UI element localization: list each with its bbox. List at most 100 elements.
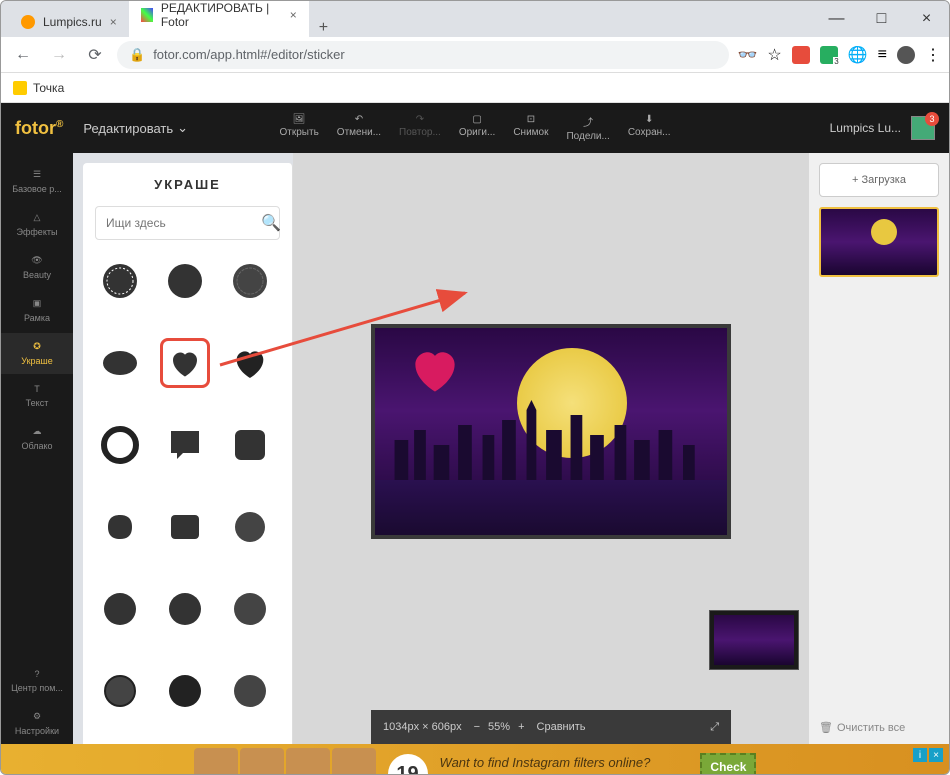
redo-button[interactable]: ↷Повтор...	[399, 114, 441, 142]
nav-basic[interactable]: ☰Базовое р...	[1, 161, 73, 202]
browser-tab-fotor[interactable]: РЕДАКТИРОВАТЬ | Fotor ×	[129, 0, 309, 37]
zoom-out-button[interactable]: −	[474, 721, 480, 733]
nav-frame[interactable]: ▣Рамка	[1, 290, 73, 331]
sticker-ornate-frame[interactable]	[160, 502, 210, 552]
sticker-sun[interactable]	[95, 584, 145, 634]
sticker-circle-outline[interactable]	[95, 666, 145, 716]
ad-info-icon[interactable]: i	[913, 748, 927, 762]
open-button[interactable]: 🖼Открыть	[280, 114, 319, 142]
sticker-rounded-square[interactable]	[225, 420, 275, 470]
trash-icon: 🗑	[819, 721, 833, 734]
extension-icon[interactable]: 3	[820, 46, 838, 64]
ad-image	[286, 748, 330, 775]
clear-all-button[interactable]: 🗑 Очистить все	[819, 721, 939, 734]
sticker-speech[interactable]	[160, 420, 210, 470]
star-circle-icon: ✪	[33, 341, 41, 352]
browser-tab-lumpics[interactable]: Lumpics.ru ×	[9, 7, 129, 37]
frame-icon: ▣	[33, 298, 42, 309]
canvas-image[interactable]	[371, 324, 731, 539]
menu-icon[interactable]: ≡	[878, 46, 887, 64]
star-icon[interactable]: ☆	[767, 45, 781, 65]
avatar[interactable]: 3	[911, 116, 935, 140]
original-button[interactable]: ▢Ориги...	[459, 114, 496, 142]
compare-button[interactable]: Сравнить	[537, 721, 586, 733]
edit-dropdown[interactable]: Редактировать ⌄	[83, 120, 188, 136]
placed-heart-sticker[interactable]	[405, 340, 465, 394]
close-icon[interactable]: ×	[290, 8, 297, 22]
favicon-icon	[141, 8, 153, 22]
canvas-main[interactable]	[293, 153, 809, 710]
zoom-in-button[interactable]: +	[518, 721, 524, 733]
username[interactable]: Lumpics Lu...	[830, 121, 901, 135]
address-bar[interactable]: 🔒 fotor.com/app.html#/editor/sticker	[117, 41, 729, 69]
ad-cta-button[interactable]: CheckNow	[700, 753, 756, 775]
reload-button[interactable]: ⟳	[81, 41, 109, 69]
minimize-button[interactable]: —	[814, 4, 859, 34]
nav-text[interactable]: TТекст	[1, 376, 73, 416]
sticker-circle-alt[interactable]	[225, 666, 275, 716]
sticker-circle[interactable]	[160, 256, 210, 306]
sticker-ring[interactable]	[95, 420, 145, 470]
sticker-scallop[interactable]	[160, 584, 210, 634]
sticker-seal[interactable]	[225, 256, 275, 306]
search-input[interactable]	[106, 216, 261, 230]
nav-cloud[interactable]: ☁Облако	[1, 418, 73, 459]
ad-image	[194, 748, 238, 775]
ad-text: Want to find Instagram filters online? P…	[440, 755, 687, 775]
thumbnail[interactable]	[819, 207, 939, 277]
close-button[interactable]: ×	[904, 4, 949, 34]
close-icon[interactable]: ×	[110, 15, 117, 29]
left-nav: ☰Базовое р... △Эффекты 👁Beauty ▣Рамка ✪У…	[1, 153, 73, 744]
upload-button[interactable]: + Загрузка	[819, 163, 939, 197]
download-icon: ⬇	[645, 114, 653, 125]
nav-help[interactable]: ?Центр пом...	[1, 661, 73, 701]
sticker-badge[interactable]	[95, 256, 145, 306]
bookmarks-bar: Точка	[1, 73, 949, 103]
search-box[interactable]: 🔍	[95, 206, 280, 240]
expand-button[interactable]: ⤢	[710, 721, 719, 734]
incognito-icon[interactable]: 👓	[737, 45, 757, 65]
tab-title: Lumpics.ru	[43, 15, 102, 29]
sticker-ornate[interactable]	[95, 502, 145, 552]
favicon-icon	[21, 15, 35, 29]
bookmark-item[interactable]: Точка	[33, 81, 64, 95]
minimap[interactable]	[709, 610, 799, 670]
sticker-heart-selected[interactable]	[160, 338, 210, 388]
sliders-icon: ☰	[33, 169, 41, 180]
sticker-burst-dark[interactable]	[225, 584, 275, 634]
extension-icon[interactable]	[792, 46, 810, 64]
zoom-level: 55%	[488, 721, 510, 733]
sticker-oval[interactable]	[95, 338, 145, 388]
kebab-icon[interactable]: ⋮	[925, 45, 941, 65]
redo-icon: ↷	[416, 114, 424, 125]
nav-settings[interactable]: ⚙Настройки	[1, 703, 73, 744]
globe-icon[interactable]: 🌐	[848, 45, 868, 65]
search-icon[interactable]: 🔍	[261, 213, 281, 233]
maximize-button[interactable]: □	[859, 4, 904, 34]
sticker-circle-dark[interactable]	[160, 666, 210, 716]
nav-effects[interactable]: △Эффекты	[1, 204, 73, 245]
right-panel: + Загрузка 🗑 Очистить все	[809, 153, 949, 744]
ad-close-button[interactable]: ×	[929, 748, 943, 762]
new-tab-button[interactable]: +	[309, 19, 338, 37]
ad-banner[interactable]: 19 Want to find Instagram filters online…	[1, 744, 949, 775]
text-icon: T	[34, 384, 40, 394]
save-button[interactable]: ⬇Сохран...	[628, 114, 671, 142]
undo-icon: ↶	[355, 114, 363, 125]
sticker-burst[interactable]	[225, 502, 275, 552]
avatar-icon[interactable]	[897, 46, 915, 64]
forward-button[interactable]: →	[45, 41, 73, 69]
panel-title: УКРАШЕ	[83, 163, 292, 206]
notification-badge: 3	[925, 112, 939, 126]
snapshot-button[interactable]: ⊡Снимок	[513, 114, 548, 142]
eye-icon: 👁	[31, 255, 42, 266]
undo-button[interactable]: ↶Отмени...	[337, 114, 381, 142]
nav-stickers[interactable]: ✪Украше	[1, 333, 73, 374]
fotor-logo[interactable]: fotor®	[15, 118, 63, 139]
image-icon: ▢	[472, 114, 481, 125]
share-button[interactable]: ⤴Подели...	[566, 114, 609, 142]
url-text: fotor.com/app.html#/editor/sticker	[153, 47, 344, 62]
sticker-heart[interactable]	[225, 338, 275, 388]
nav-beauty[interactable]: 👁Beauty	[1, 247, 73, 288]
back-button[interactable]: ←	[9, 41, 37, 69]
